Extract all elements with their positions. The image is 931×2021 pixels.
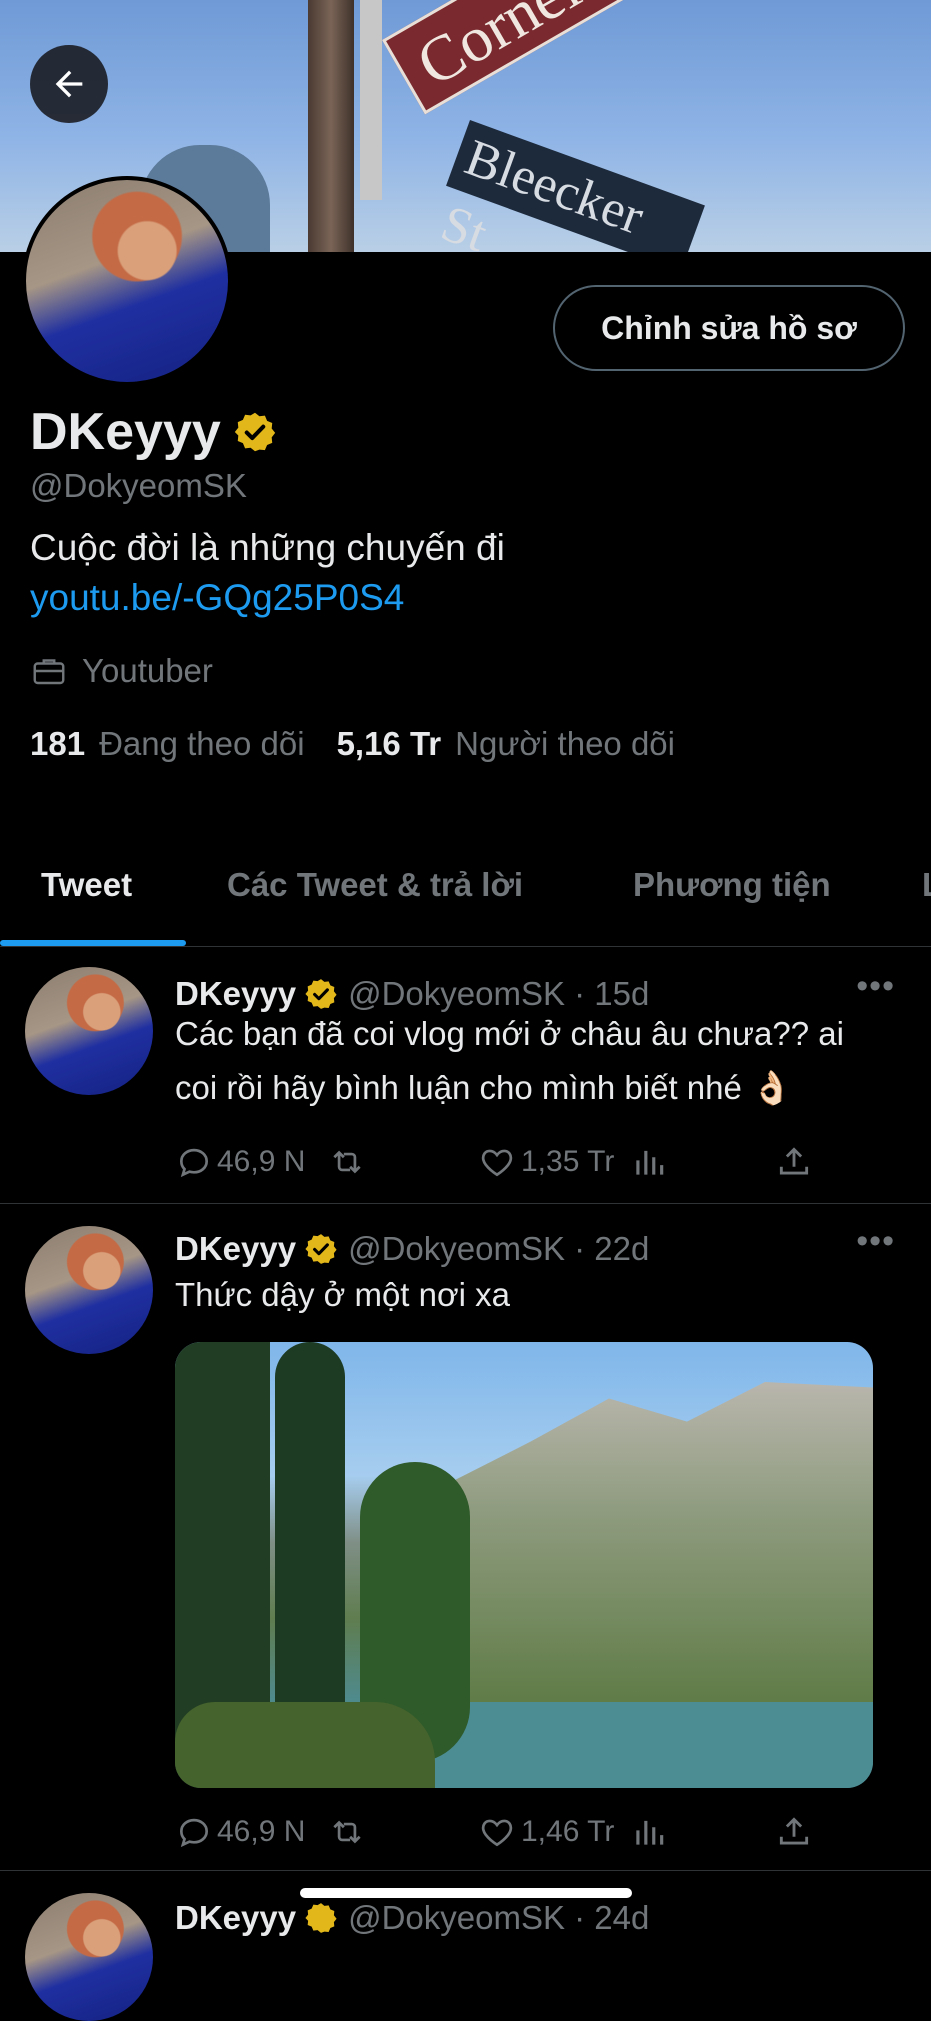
- analytics-icon: [636, 1150, 664, 1175]
- profile-job-label: Youtuber: [82, 652, 213, 689]
- profile-job: Youtuber: [30, 652, 213, 690]
- like-count: 1,46 Tr: [521, 1815, 615, 1848]
- tweet-author-handle: @DokyeomSK · 24d: [348, 1899, 650, 1936]
- tweet-author-name[interactable]: DKeyyy: [175, 1230, 296, 1268]
- tweet-avatar[interactable]: [25, 1226, 153, 1354]
- tweet-header: DKeyyy @DokyeomSK · 22d: [175, 1230, 649, 1268]
- share-button[interactable]: [775, 1143, 813, 1181]
- retweet-icon: [333, 1820, 361, 1844]
- profile-handle: @DokyeomSK: [30, 467, 247, 504]
- tab-divider: [0, 946, 931, 947]
- tweet-text: Các bạn đã coi vlog mới ở châu âu chưa??…: [175, 1015, 844, 1106]
- reply-icon: [179, 1148, 209, 1178]
- share-button[interactable]: [775, 1813, 813, 1851]
- briefcase-icon: [33, 659, 65, 685]
- like-button[interactable]: 1,46 Tr: [477, 1813, 614, 1851]
- banner-street-sign-bottom: Bleecker St: [434, 120, 705, 252]
- retweet-button[interactable]: [325, 1813, 369, 1851]
- media-lake: [425, 1702, 873, 1788]
- reply-count: 46,9 N: [217, 1145, 306, 1178]
- share-icon: [779, 1147, 809, 1175]
- profile-stats: 181 Đang theo dõi 5,16 Tr Người theo dõi: [30, 725, 675, 763]
- share-icon: [779, 1817, 809, 1845]
- profile-bio: Cuộc đời là những chuyến đi: [30, 527, 505, 568]
- profile-display-name: DKeyyy: [30, 403, 221, 461]
- banner-bracket: [360, 0, 382, 200]
- tweet-header: DKeyyy @DokyeomSK · 24d: [175, 1899, 649, 1937]
- reply-button[interactable]: 46,9 N: [175, 1143, 305, 1181]
- more-options-icon[interactable]: •••: [856, 967, 895, 1006]
- more-options-icon[interactable]: •••: [856, 1222, 895, 1261]
- tweet-text: Thức dậy ở một nơi xa: [175, 1276, 510, 1313]
- banner-pole: [308, 0, 354, 252]
- tab-tweets-replies[interactable]: Các Tweet & trả lời: [227, 855, 523, 947]
- tweet-media-image[interactable]: [175, 1342, 873, 1788]
- reply-icon: [179, 1818, 209, 1848]
- reply-count: 46,9 N: [217, 1815, 306, 1848]
- tab-likes[interactable]: L: [922, 855, 931, 947]
- verified-badge-icon: [305, 1903, 337, 1933]
- retweet-icon: [333, 1150, 361, 1174]
- followers-count[interactable]: 5,16 Tr: [337, 725, 442, 763]
- back-button[interactable]: [30, 45, 108, 123]
- verified-badge-icon: [305, 1234, 337, 1264]
- following-count[interactable]: 181: [30, 725, 85, 763]
- tweet-avatar[interactable]: [25, 967, 153, 1095]
- reply-button[interactable]: 46,9 N: [175, 1813, 305, 1851]
- profile-avatar[interactable]: [22, 176, 232, 386]
- tab-tweets[interactable]: Tweet: [41, 855, 132, 947]
- media-bushes: [175, 1702, 435, 1788]
- home-indicator: [300, 1888, 632, 1898]
- following-label[interactable]: Đang theo dõi: [99, 725, 305, 763]
- arrow-left-icon: [55, 70, 83, 98]
- views-button[interactable]: [630, 1813, 668, 1851]
- heart-icon: [481, 1819, 513, 1847]
- media-cypress: [275, 1342, 345, 1722]
- profile-tabs: Tweet Các Tweet & trả lời Phương tiện L: [0, 855, 931, 947]
- profile-link[interactable]: youtu.be/-GQg25P0S4: [30, 577, 404, 619]
- tweet-author-name[interactable]: DKeyyy: [175, 1899, 296, 1937]
- tweet-actions: 46,9 N 1,46 Tr: [175, 1807, 825, 1857]
- tweet-actions: 46,9 N 1,35 Tr: [175, 1137, 825, 1187]
- tweet-divider: [0, 1203, 931, 1204]
- retweet-button[interactable]: [325, 1143, 369, 1181]
- heart-icon: [481, 1149, 513, 1177]
- profile-name-row: DKeyyy: [30, 402, 277, 462]
- followers-label[interactable]: Người theo dõi: [455, 725, 675, 763]
- tweet-avatar[interactable]: [25, 1893, 153, 2021]
- edit-profile-button[interactable]: Chỉnh sửa hồ sơ: [553, 285, 905, 371]
- like-button[interactable]: 1,35 Tr: [477, 1143, 614, 1181]
- banner-street-sign-top: Cornelia St: [382, 0, 711, 115]
- like-count: 1,35 Tr: [521, 1145, 615, 1178]
- analytics-icon: [636, 1820, 664, 1845]
- tab-media[interactable]: Phương tiện: [633, 855, 831, 947]
- views-button[interactable]: [630, 1143, 668, 1181]
- verified-badge-icon: [305, 979, 337, 1009]
- verified-badge-icon: [234, 412, 275, 452]
- tweet-divider: [0, 1870, 931, 1871]
- tweet-author-handle: @DokyeomSK · 22d: [348, 1230, 650, 1267]
